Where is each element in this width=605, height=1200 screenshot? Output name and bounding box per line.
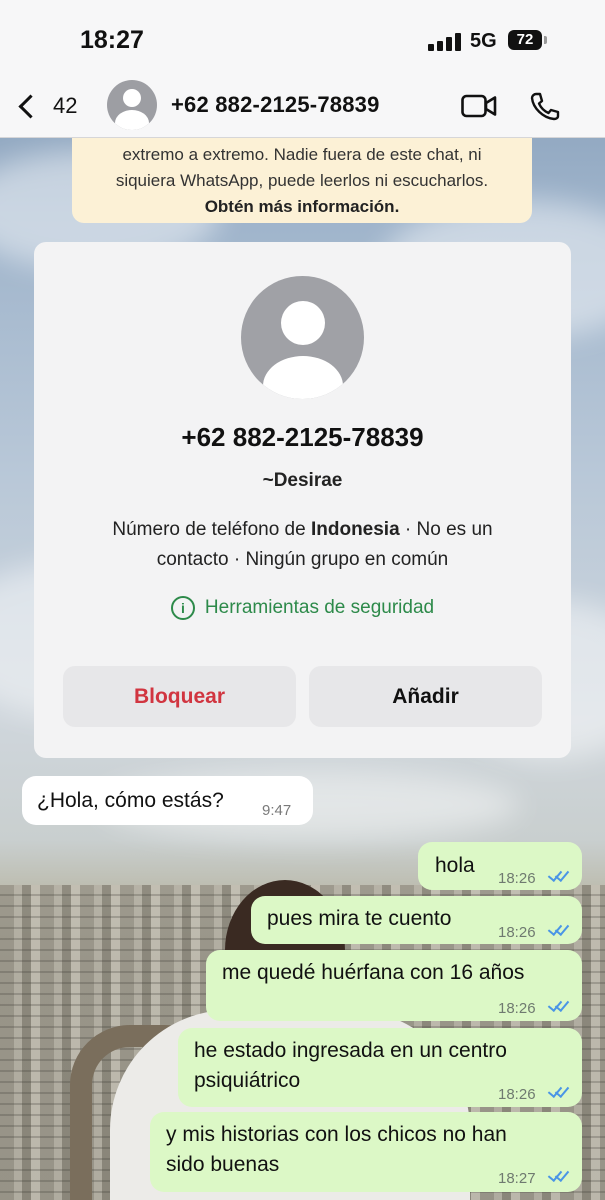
network-type: 5G — [470, 30, 497, 52]
unread-count: 42 — [53, 93, 78, 118]
card-phone-number: +62 882-2125-78839 — [181, 422, 424, 452]
back-button[interactable]: 42 — [16, 88, 77, 124]
video-call-icon[interactable] — [461, 93, 497, 119]
safety-tools-label: Herramientas de seguridad — [204, 597, 435, 618]
message-text: he estado ingresada en un centro — [194, 1039, 507, 1062]
double-check-icon — [547, 1166, 570, 1183]
add-contact-button[interactable]: Añadir — [309, 666, 542, 727]
phone-call-icon[interactable] — [529, 91, 561, 121]
message-time: 18:26 — [498, 870, 536, 887]
message-text: y mis historias con los chicos no han — [166, 1123, 507, 1146]
double-check-icon — [547, 920, 570, 937]
battery-icon: 72 — [508, 30, 542, 50]
card-info: Número de teléfono de Indonesia · No es … — [64, 515, 541, 575]
unknown-contact-card: +62 882-2125-78839 ~Desirae Número de te… — [34, 242, 571, 758]
double-check-icon — [547, 1082, 570, 1099]
message-bubble-outgoing[interactable]: me quedé huérfana con 16 años 18:26 — [206, 950, 582, 1021]
message-time: 18:26 — [498, 1000, 536, 1017]
info-icon: i — [170, 596, 195, 620]
message-time: 18:27 — [498, 1170, 536, 1187]
battery-nub — [544, 36, 547, 44]
back-chevron-icon — [18, 93, 43, 119]
message-bubble-outgoing[interactable]: hola 18:26 — [418, 842, 582, 890]
status-bar: 18:27 5G 72 — [0, 0, 605, 76]
message-time: 18:26 — [498, 924, 536, 941]
double-check-icon — [547, 996, 570, 1013]
message-time: 18:26 — [498, 1086, 536, 1103]
contact-avatar-icon — [241, 276, 364, 399]
info-line-2: contacto · Ningún grupo en común — [156, 549, 449, 570]
encryption-text-line-2: siquiera WhatsApp, puede leerlos ni escu… — [115, 171, 489, 190]
double-check-icon — [547, 866, 570, 883]
chat-header: 42 +62 882-2125-78839 — [0, 76, 605, 138]
info-suffix: · No es un — [399, 519, 493, 540]
block-button[interactable]: Bloquear — [63, 666, 296, 727]
message-text: me quedé huérfana con 16 años — [222, 961, 525, 984]
message-bubble-outgoing[interactable]: he estado ingresada en un centro psiquiá… — [178, 1028, 582, 1107]
cellular-signal-icon — [428, 33, 462, 51]
info-prefix: Número de teléfono de — [112, 519, 311, 540]
message-text: hola — [435, 854, 475, 877]
avatar-icon[interactable] — [107, 80, 157, 130]
message-text: ¿Hola, cómo estás? — [37, 789, 224, 812]
card-alias: ~Desirae — [262, 470, 343, 491]
message-text: psiquiátrico — [194, 1069, 301, 1092]
encryption-text-line-1: extremo a extremo. Nadie fuera de este c… — [122, 145, 482, 164]
learn-more-link[interactable]: Obtén más información. — [72, 194, 532, 220]
message-time: 9:47 — [262, 802, 292, 819]
message-bubble-incoming[interactable]: ¿Hola, cómo estás? 9:47 — [22, 776, 313, 825]
message-bubble-outgoing[interactable]: pues mira te cuento 18:26 — [251, 896, 582, 944]
status-time: 18:27 — [80, 26, 144, 54]
safety-tools-link[interactable]: i Herramientas de seguridad — [34, 596, 571, 620]
contact-name[interactable]: +62 882-2125-78839 — [171, 92, 380, 118]
message-text: pues mira te cuento — [267, 907, 452, 930]
message-text: sido buenas — [166, 1153, 280, 1176]
info-country: Indonesia — [310, 519, 400, 540]
message-bubble-outgoing[interactable]: y mis historias con los chicos no han si… — [150, 1112, 582, 1192]
